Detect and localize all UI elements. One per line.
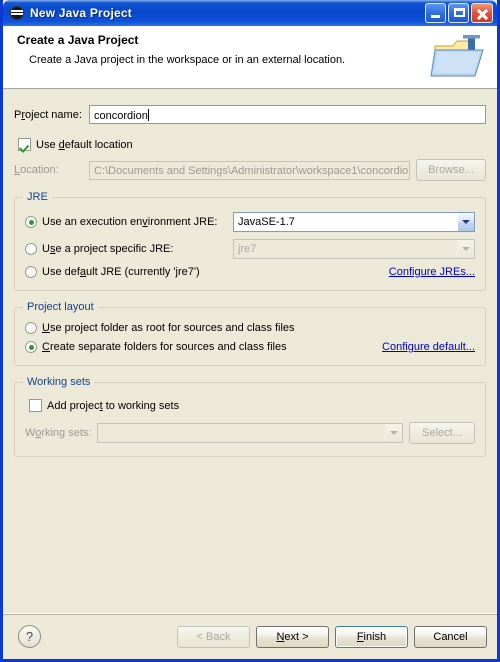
add-to-working-sets-checkbox[interactable]: Add project to working sets bbox=[29, 399, 179, 412]
working-sets-combo bbox=[97, 423, 403, 443]
maximize-icon[interactable] bbox=[448, 3, 469, 23]
project-layout-group-title: Project layout bbox=[23, 301, 98, 313]
jre-project-specific-row: Use a project specific JRE: jre7 bbox=[25, 239, 475, 259]
jre-execution-env-row: Use an execution environment JRE: JavaSE… bbox=[25, 212, 475, 232]
configure-default-link[interactable]: Configure default... bbox=[382, 341, 475, 353]
radio-icon bbox=[25, 243, 37, 255]
working-sets-row: Working sets: Select... bbox=[25, 422, 475, 444]
page-title: Create a Java Project bbox=[17, 33, 139, 47]
checkbox-icon bbox=[29, 399, 42, 412]
finish-button[interactable]: Finish bbox=[335, 625, 408, 648]
jre-project-specific-radio[interactable]: Use a project specific JRE: bbox=[25, 243, 233, 255]
text-caret bbox=[147, 109, 149, 121]
use-default-location-label: Use default location bbox=[36, 138, 133, 151]
select-working-sets-button: Select... bbox=[409, 422, 475, 444]
location-value: C:\Documents and Settings\Administrator\… bbox=[94, 164, 410, 177]
chevron-down-icon bbox=[457, 240, 474, 258]
help-icon[interactable]: ? bbox=[18, 625, 41, 648]
layout-project-folder-row: Use project folder as root for sources a… bbox=[25, 322, 475, 334]
execution-environment-value: JavaSE-1.7 bbox=[238, 216, 295, 228]
working-sets-group: Working sets Add project to working sets… bbox=[14, 376, 486, 457]
minimize-icon[interactable] bbox=[425, 3, 446, 23]
window-controls bbox=[425, 3, 494, 23]
jre-project-specific-label: Use a project specific JRE: bbox=[42, 243, 174, 255]
location-input: C:\Documents and Settings\Administrator\… bbox=[89, 160, 410, 180]
location-row: Location: C:\Documents and Settings\Admi… bbox=[14, 159, 486, 181]
project-name-label: Project name: bbox=[14, 108, 82, 121]
jre-group-title: JRE bbox=[23, 191, 52, 203]
cancel-button[interactable]: Cancel bbox=[414, 625, 487, 648]
jre-group: JRE Use an execution environment JRE: Ja… bbox=[14, 191, 486, 291]
location-label: Location: bbox=[14, 164, 59, 176]
project-name-value: concordion bbox=[94, 110, 148, 122]
footer-buttons: < Back Next > Finish Cancel bbox=[177, 625, 487, 648]
configure-jres-link[interactable]: Configure JREs... bbox=[389, 266, 475, 278]
working-sets-group-title: Working sets bbox=[23, 376, 95, 388]
project-jre-value: jre7 bbox=[238, 243, 257, 255]
back-button: < Back bbox=[177, 625, 250, 648]
layout-project-folder-label: Use project folder as root for sources a… bbox=[42, 322, 295, 334]
title-bar: New Java Project bbox=[3, 0, 497, 26]
next-button[interactable]: Next > bbox=[256, 625, 329, 648]
project-name-input[interactable]: concordion bbox=[89, 105, 486, 124]
add-to-working-sets-label: Add project to working sets bbox=[47, 399, 180, 412]
working-sets-label: Working sets: bbox=[25, 427, 92, 439]
dialog-footer: ? < Back Next > Finish Cancel bbox=[3, 613, 497, 659]
wizard-header: Create a Java Project Create a Java proj… bbox=[3, 26, 497, 89]
chevron-down-icon bbox=[385, 424, 402, 442]
layout-project-folder-radio[interactable]: Use project folder as root for sources a… bbox=[25, 322, 295, 334]
execution-environment-combo[interactable]: JavaSE-1.7 bbox=[233, 212, 475, 232]
window-title: New Java Project bbox=[30, 6, 132, 20]
dialog-body: Project name: concordion Use default loc… bbox=[3, 89, 497, 610]
checkbox-icon bbox=[18, 138, 31, 151]
use-default-location-checkbox[interactable]: Use default location bbox=[18, 138, 133, 151]
project-layout-group: Project layout Use project folder as roo… bbox=[14, 301, 486, 366]
use-default-location-row: Use default location bbox=[18, 138, 486, 151]
layout-separate-folders-radio[interactable]: Create separate folders for sources and … bbox=[25, 341, 287, 353]
jre-default-label: Use default JRE (currently 'jre7') bbox=[42, 266, 200, 278]
radio-icon bbox=[25, 216, 37, 228]
radio-icon bbox=[25, 266, 37, 278]
radio-icon bbox=[25, 341, 37, 353]
java-project-folder-icon bbox=[430, 35, 484, 77]
layout-separate-folders-row: Create separate folders for sources and … bbox=[25, 341, 475, 353]
layout-separate-folders-label: Create separate folders for sources and … bbox=[42, 341, 287, 353]
add-to-working-sets-row: Add project to working sets bbox=[29, 399, 475, 412]
jre-execution-env-radio[interactable]: Use an execution environment JRE: bbox=[25, 216, 233, 228]
project-name-row: Project name: concordion bbox=[14, 105, 486, 124]
chevron-down-icon bbox=[457, 213, 474, 231]
jre-default-row: Use default JRE (currently 'jre7') Confi… bbox=[25, 266, 475, 278]
new-java-project-dialog: New Java Project Create a Java Project C… bbox=[0, 0, 500, 662]
radio-icon bbox=[25, 322, 37, 334]
close-icon[interactable] bbox=[471, 3, 493, 23]
page-description: Create a Java project in the workspace o… bbox=[29, 54, 346, 66]
eclipse-icon bbox=[10, 6, 24, 20]
jre-execution-env-label: Use an execution environment JRE: bbox=[42, 216, 218, 228]
jre-default-radio[interactable]: Use default JRE (currently 'jre7') bbox=[25, 266, 200, 278]
browse-button: Browse... bbox=[416, 159, 486, 181]
project-jre-combo: jre7 bbox=[233, 239, 475, 259]
